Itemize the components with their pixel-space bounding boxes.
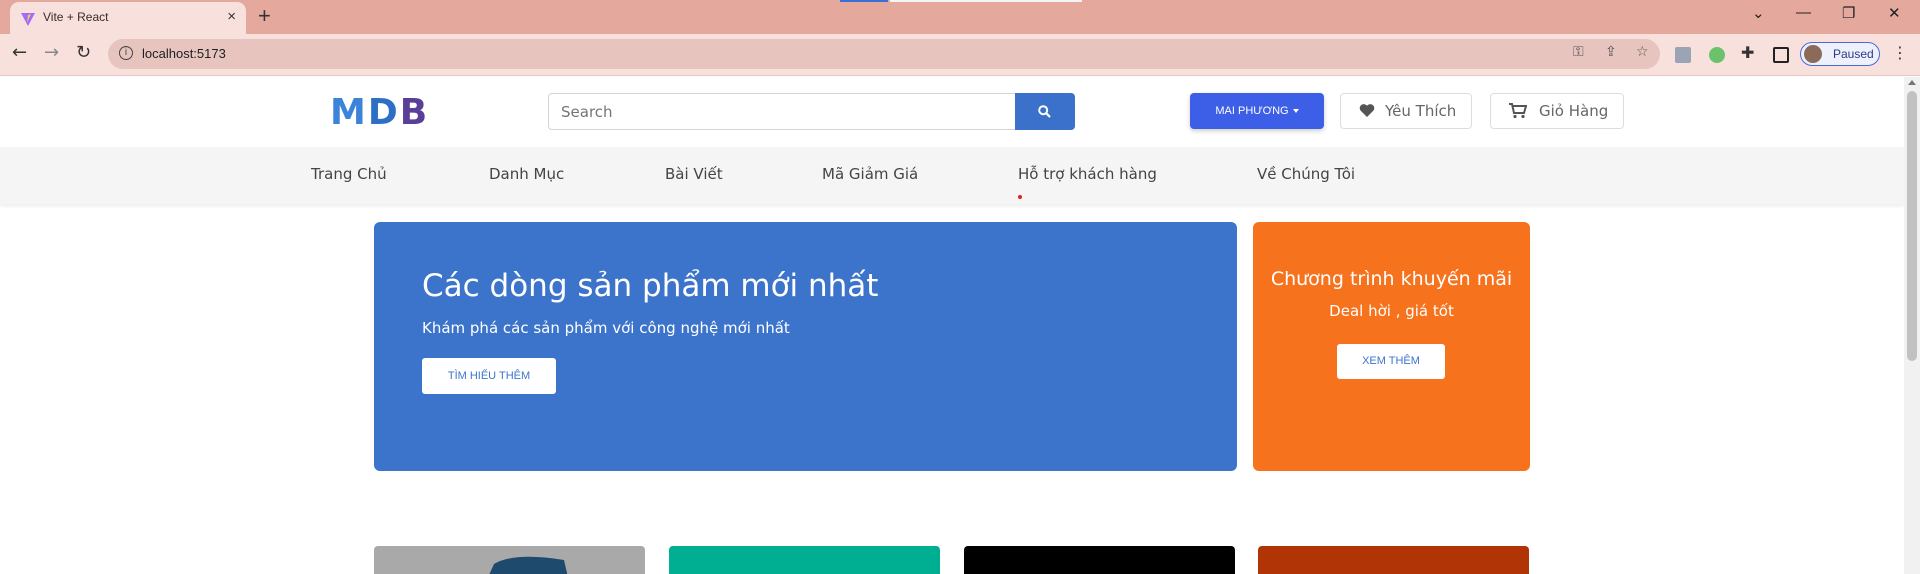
wishlist-label: Yêu Thích <box>1385 102 1457 120</box>
heart-icon <box>1359 104 1375 117</box>
tab-title: Vite + React <box>43 10 109 24</box>
tab-close-icon[interactable]: × <box>227 8 236 25</box>
logo-letter: D <box>367 92 400 133</box>
product-card[interactable] <box>669 546 940 574</box>
back-icon[interactable]: ← <box>12 42 27 63</box>
new-tab-button[interactable]: + <box>258 3 271 29</box>
search-icon <box>1038 105 1051 118</box>
reload-icon[interactable]: ↻ <box>76 42 91 63</box>
extension-icon[interactable] <box>1675 47 1691 63</box>
promo-title: Chương trình khuyến mãi <box>1270 268 1513 290</box>
promo-subtitle: Deal hời , giá tốt <box>1329 302 1454 320</box>
hero-banner: Các dòng sản phẩm mới nhất Khám phá các … <box>374 222 1237 471</box>
profile-label: Paused <box>1833 47 1874 61</box>
promo-banner: Chương trình khuyến mãi Deal hời , giá t… <box>1253 222 1530 471</box>
product-card[interactable] <box>374 546 645 574</box>
hero-title: Các dòng sản phẩm mới nhất <box>422 268 879 304</box>
nav-item-home[interactable]: Trang Chủ <box>311 165 387 183</box>
cart-icon <box>1509 103 1527 119</box>
forward-icon[interactable]: → <box>44 42 59 63</box>
nav-item-support[interactable]: Hỗ trợ khách hàng <box>1018 165 1157 183</box>
page: MDB MAI PHƯƠNG Yêu Thích Giỏ Hàng <box>0 77 1904 574</box>
key-icon[interactable]: ⚿ <box>1573 44 1584 60</box>
wishlist-button[interactable]: Yêu Thích <box>1340 93 1472 129</box>
vite-icon <box>21 13 35 26</box>
nav-item-categories[interactable]: Danh Mục <box>489 165 564 183</box>
profile-button[interactable]: Paused <box>1800 42 1880 66</box>
minimize-button[interactable]: — <box>1796 4 1811 21</box>
tab-search-icon[interactable]: ⌄ <box>1752 4 1765 22</box>
extension-icon[interactable] <box>1709 47 1725 63</box>
main-navbar: Trang Chủ Danh Mục Bài Viết Mã Giảm Giá … <box>0 147 1904 204</box>
scroll-up-icon[interactable] <box>1908 80 1916 85</box>
address-bar[interactable]: i localhost:5173 ⚿ ⇪ ☆ <box>108 39 1660 69</box>
learn-more-button[interactable]: TÌM HIỂU THÊM <box>422 358 556 394</box>
cart-label: Giỏ Hàng <box>1539 102 1609 120</box>
share-icon[interactable]: ⇪ <box>1605 44 1617 60</box>
nav-item-about[interactable]: Về Chúng Tôi <box>1257 165 1355 183</box>
logo-letter: M <box>330 92 368 133</box>
extensions-puzzle-icon[interactable]: ✚ <box>1741 43 1754 62</box>
side-panel-icon[interactable] <box>1773 47 1789 63</box>
search-input[interactable] <box>548 93 1016 130</box>
close-window-button[interactable]: ✕ <box>1888 4 1901 22</box>
active-nav-indicator <box>1018 195 1022 199</box>
scroll-thumb[interactable] <box>1907 91 1917 361</box>
bookmark-star-icon[interactable]: ☆ <box>1636 44 1649 60</box>
avatar <box>1804 45 1822 63</box>
see-more-button[interactable]: XEM THÊM <box>1337 344 1445 379</box>
nav-item-coupons[interactable]: Mã Giảm Giá <box>822 165 918 183</box>
site-info-icon[interactable]: i <box>119 46 133 60</box>
tabstrip-indicator <box>890 0 1082 2</box>
product-card[interactable] <box>964 546 1235 574</box>
browser-toolbar: ← → ↻ i localhost:5173 ⚿ ⇪ ☆ ✚ Paused ⋮ <box>0 34 1920 76</box>
caret-down-icon <box>1292 109 1299 114</box>
restore-button[interactable]: ❐ <box>1842 4 1855 22</box>
logo[interactable]: MDB <box>330 92 429 133</box>
browser-tabbar: Vite + React × + ⌄ — ❐ ✕ <box>0 0 1920 34</box>
tabstrip-indicator <box>840 0 888 2</box>
browser-tab[interactable]: Vite + React × <box>10 2 246 34</box>
user-dropdown-button[interactable]: MAI PHƯƠNG <box>1190 93 1324 129</box>
product-image <box>489 556 568 574</box>
nav-item-posts[interactable]: Bài Viết <box>665 165 723 183</box>
url-text: localhost:5173 <box>142 46 226 61</box>
site-header: MDB MAI PHƯƠNG Yêu Thích Giỏ Hàng <box>0 77 1904 147</box>
user-name: MAI PHƯƠNG <box>1215 105 1289 117</box>
cart-button[interactable]: Giỏ Hàng <box>1490 93 1624 129</box>
menu-kebab-icon[interactable]: ⋮ <box>1892 43 1908 62</box>
product-card[interactable] <box>1258 546 1529 574</box>
logo-letter: B <box>399 92 430 133</box>
hero-subtitle: Khám phá các sản phẩm với công nghệ mới … <box>422 319 790 337</box>
search-button[interactable] <box>1015 93 1075 130</box>
page-scrollbar[interactable] <box>1904 77 1920 574</box>
